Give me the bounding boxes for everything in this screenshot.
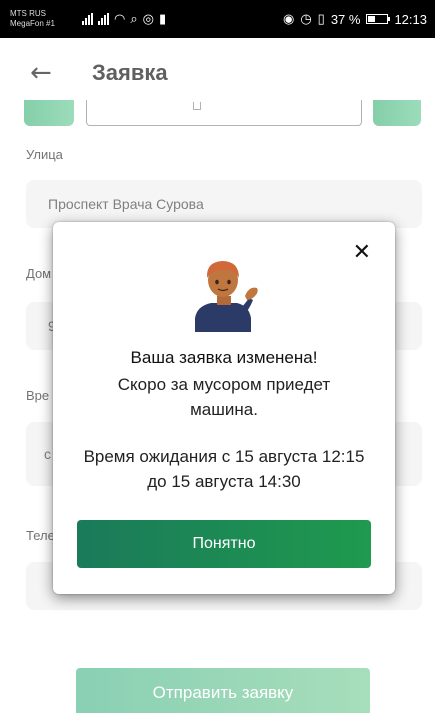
wifi-icon: ◠: [114, 11, 126, 27]
status-icons-right: ◉ ◷ ▯ 37 % 12:13: [283, 11, 427, 27]
carrier-info: MTS RUS MegaFon #1: [10, 9, 72, 29]
person-tipping-hand-icon: [195, 261, 258, 332]
battery-icon: [366, 14, 391, 24]
modal-subtitle: Скоро за мусором приедет машина.: [117, 375, 331, 419]
close-icon[interactable]: ✕: [353, 242, 371, 264]
notification-icon: ▮: [158, 11, 167, 27]
signal-icon: [98, 13, 109, 25]
carrier-line-2: MegaFon #1: [10, 19, 55, 28]
ok-button[interactable]: Понятно: [77, 520, 371, 568]
clock: 12:13: [394, 11, 427, 27]
modal-title: Ваша заявка изменена!: [130, 348, 318, 367]
alarm-icon: ◷: [300, 11, 312, 26]
status-icons-left: ◠ ⌕ ◎ ▮: [82, 12, 166, 27]
waiting-time-text: Время ожидания с 15 августа 12:15 до 15 …: [83, 447, 365, 491]
status-bar: MTS RUS MegaFon #1 ◠ ⌕ ◎ ▮ ◉ ◷ ▯ 37 % 12…: [0, 0, 435, 38]
vibrate-icon: ▯: [317, 11, 325, 26]
search-icon: ⌕: [130, 11, 138, 27]
eye-icon: ◉: [282, 11, 295, 26]
signal-icon: [82, 13, 93, 25]
battery-text: 37 %: [330, 11, 361, 27]
viber-icon: ◎: [142, 11, 154, 27]
success-modal: ✕ Ваша заявка изменена! Скоро за мусором…: [53, 222, 395, 594]
carrier-line-1: MTS RUS: [10, 9, 46, 18]
